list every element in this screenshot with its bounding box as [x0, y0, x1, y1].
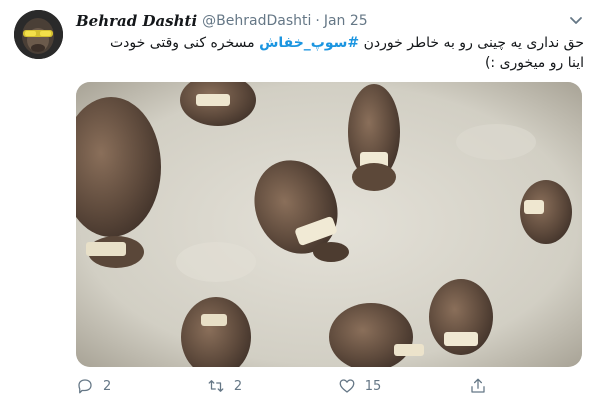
- reply-icon: [78, 379, 92, 394]
- hashtag-link[interactable]: #سوپ_خفاش: [259, 35, 359, 51]
- text-prefix: حق نداری یه چینی رو به خاطر خوردن: [359, 35, 584, 51]
- tweet-header: Behrad Dashti @BehradDashti · Jan 25: [76, 10, 558, 32]
- head-bottom-right: [429, 279, 493, 355]
- chevron-down-icon[interactable]: [566, 10, 586, 30]
- share-button[interactable]: [469, 377, 496, 395]
- tweet-card[interactable]: Behrad Dashti @BehradDashti · Jan 25 حق …: [0, 0, 598, 407]
- tweet-date[interactable]: Jan 25: [324, 13, 368, 29]
- tweet-actions: 2 2 15: [76, 374, 496, 398]
- like-count: 15: [364, 378, 382, 394]
- retweet-count: 2: [233, 378, 243, 394]
- like-button[interactable]: 15: [338, 377, 402, 395]
- heart-icon: [339, 379, 355, 393]
- photo-of-boiled-sheep-heads-icon: [76, 82, 582, 367]
- retweet-icon: [208, 380, 224, 392]
- head-top-right: [348, 84, 400, 191]
- retweet-button[interactable]: 2: [207, 377, 271, 395]
- tweet-text-line-1: حق نداری یه چینی رو به خاطر خوردن #سوپ_خ…: [76, 33, 584, 53]
- separator-dot: ·: [315, 13, 320, 29]
- avatar[interactable]: [14, 10, 63, 59]
- tweet-text-line-2: اینا رو میخوری :): [484, 55, 584, 71]
- display-name[interactable]: Behrad Dashti: [76, 12, 197, 30]
- share-icon: [470, 378, 485, 393]
- user-handle[interactable]: @BehradDashti: [202, 13, 311, 29]
- text-suffix: مسخره کنی وقتی خودت: [109, 35, 260, 51]
- head-right: [520, 180, 572, 244]
- reply-button[interactable]: 2: [76, 377, 140, 395]
- tweet-text: حق نداری یه چینی رو به خاطر خوردن #سوپ_خ…: [76, 33, 584, 73]
- tweet-photo[interactable]: [76, 82, 582, 367]
- reply-count: 2: [103, 378, 112, 394]
